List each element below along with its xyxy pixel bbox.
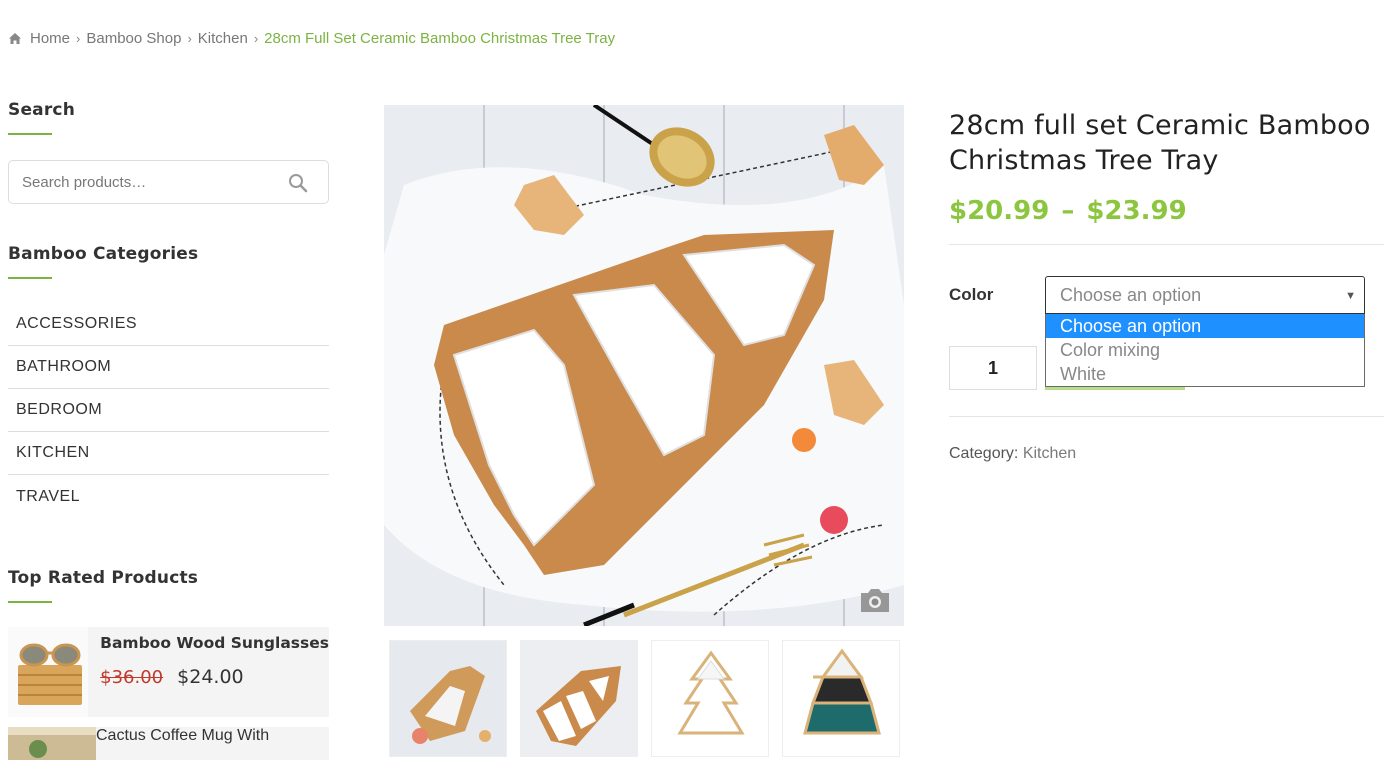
- top-rated-product-name[interactable]: Cactus Coffee Mug With: [96, 727, 269, 745]
- color-dropdown-list: Choose an option Color mixing White: [1045, 314, 1365, 387]
- product-meta: Category: Kitchen: [949, 445, 1384, 463]
- gallery-thumbnail-3[interactable]: [651, 640, 769, 757]
- sidebar: Search Bamboo Categories ACCESSORIES BAT…: [8, 100, 329, 760]
- breadcrumb-home-link[interactable]: Home: [30, 30, 70, 47]
- top-rated-product-name[interactable]: Bamboo Wood Sunglasses: [100, 634, 329, 652]
- product-summary: 28cm full set Ceramic Bamboo Christmas T…: [949, 108, 1384, 463]
- category-list: ACCESSORIES BATHROOM BEDROOM KITCHEN TRA…: [8, 303, 329, 518]
- category-item-accessories[interactable]: ACCESSORIES: [8, 303, 329, 346]
- color-option-white[interactable]: White: [1046, 362, 1364, 386]
- category-link[interactable]: Kitchen: [1023, 445, 1076, 462]
- search-box: [8, 160, 329, 204]
- chevron-right-icon: ›: [253, 31, 259, 46]
- color-option-mixing[interactable]: Color mixing: [1046, 338, 1364, 362]
- breadcrumb-current: 28cm Full Set Ceramic Bamboo Christmas T…: [264, 30, 616, 47]
- search-icon[interactable]: [288, 173, 308, 193]
- divider: [949, 244, 1384, 245]
- color-label: Color: [949, 285, 994, 304]
- gallery-thumbnail-2[interactable]: [520, 640, 638, 757]
- breadcrumb-shop-link[interactable]: Bamboo Shop: [86, 30, 181, 47]
- chevron-right-icon: ›: [76, 31, 81, 46]
- category-item-travel[interactable]: TRAVEL: [8, 475, 329, 518]
- title-underline: [8, 277, 52, 279]
- top-rated-product-card[interactable]: Cactus Coffee Mug With: [8, 727, 329, 760]
- product-title: 28cm full set Ceramic Bamboo Christmas T…: [949, 110, 1371, 176]
- search-widget-title: Search: [8, 100, 76, 120]
- divider: [949, 416, 1384, 417]
- price-range: $20.99 – $23.99: [949, 196, 1384, 226]
- camera-icon[interactable]: [858, 586, 892, 614]
- category-item-bathroom[interactable]: BATHROOM: [8, 346, 329, 389]
- sunglasses-thumbnail[interactable]: [8, 627, 89, 717]
- breadcrumb: Home › Bamboo Shop › Kitchen › 28cm Full…: [8, 30, 615, 47]
- breadcrumb-category-link[interactable]: Kitchen: [198, 30, 248, 47]
- categories-widget-title: Bamboo Categories: [8, 244, 199, 264]
- home-icon[interactable]: [8, 32, 22, 45]
- gallery-thumbnail-1[interactable]: [389, 640, 507, 757]
- color-option-choose[interactable]: Choose an option: [1046, 314, 1364, 338]
- price-min: $20.99: [949, 196, 1050, 226]
- gallery-thumbnail-4[interactable]: [782, 640, 900, 757]
- mug-thumbnail[interactable]: [8, 727, 96, 760]
- price-max: $23.99: [1086, 196, 1187, 226]
- top-rated-product-card[interactable]: Bamboo Wood Sunglasses $36.00 $24.00: [8, 627, 329, 717]
- dropdown-arrow-icon: ▼: [1345, 290, 1356, 302]
- category-item-bedroom[interactable]: BEDROOM: [8, 389, 329, 432]
- search-input[interactable]: [9, 161, 269, 203]
- color-select-value: Choose an option: [1060, 284, 1202, 305]
- category-label: Category:: [949, 445, 1019, 462]
- price-separator: –: [1061, 196, 1075, 226]
- title-underline: [8, 133, 52, 135]
- title-underline: [8, 601, 52, 603]
- chevron-right-icon: ›: [187, 31, 192, 46]
- variation-row: Color Choose an option ▼ Choose an optio…: [949, 276, 1384, 387]
- old-price: $36.00: [100, 666, 164, 688]
- sale-price: $24.00: [177, 666, 244, 688]
- category-item-kitchen[interactable]: KITCHEN: [8, 432, 329, 475]
- main-product-image[interactable]: [384, 105, 904, 626]
- top-rated-widget-title: Top Rated Products: [8, 568, 199, 588]
- quantity-input[interactable]: 1: [949, 346, 1037, 390]
- thumbnail-strip: [389, 640, 900, 757]
- color-select[interactable]: Choose an option ▼: [1045, 276, 1365, 314]
